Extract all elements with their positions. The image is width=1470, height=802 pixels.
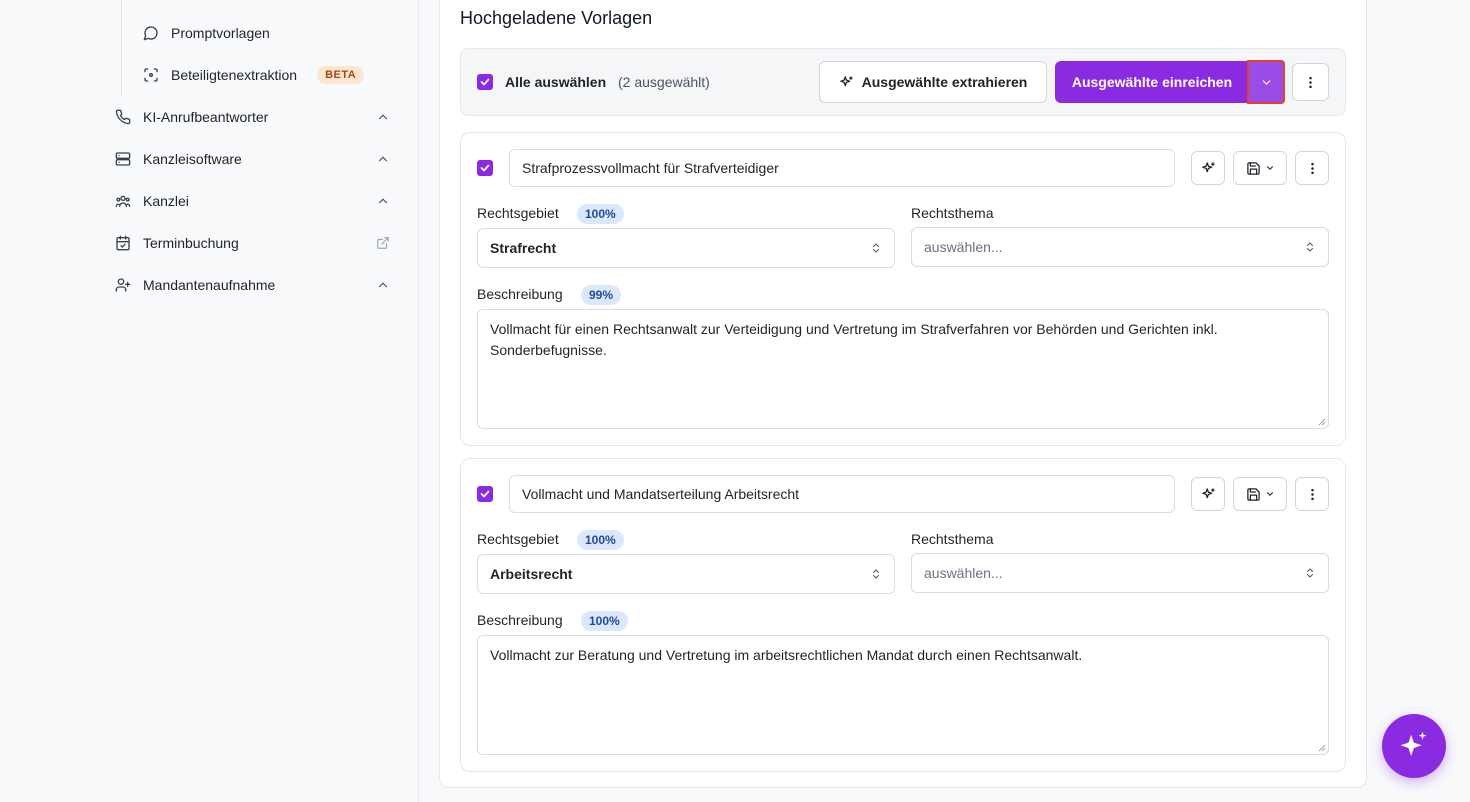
sidebar-item-ki-anrufbeantworter[interactable]: KI-Anrufbeantworter xyxy=(114,100,390,134)
sidebar-item-label: KI-Anrufbeantworter xyxy=(143,109,269,125)
template-title-input[interactable]: Vollmacht und Mandatserteilung Arbeitsre… xyxy=(509,475,1175,513)
resize-handle-icon[interactable] xyxy=(1318,418,1326,426)
selected-count: (2 ausgewählt) xyxy=(618,74,710,90)
page-title: Hochgeladene Vorlagen xyxy=(460,8,653,28)
chevron-down-icon xyxy=(1266,492,1273,496)
user-plus-icon xyxy=(114,276,132,294)
beschreibung-textarea[interactable]: Vollmacht zur Beratung und Vertretung im… xyxy=(477,635,1329,755)
sparkles-icon xyxy=(1201,487,1215,498)
sidebar-item-kanzleisoftware[interactable]: Kanzleisoftware xyxy=(114,142,390,176)
rechtsgebiet-select[interactable]: Strafrecht xyxy=(477,228,895,268)
template-title-input[interactable]: Strafprozessvollmacht für Strafverteidig… xyxy=(509,149,1175,187)
sidebar-item-mandantenaufnahme[interactable]: Mandantenaufnahme xyxy=(114,268,390,302)
sidebar: Promptvorlagen Beteiligtenextraktion BET… xyxy=(0,0,419,802)
more-vertical-icon xyxy=(1309,76,1312,88)
save-template-dropdown-button[interactable] xyxy=(1233,477,1287,511)
chevrons-up-down-icon xyxy=(1304,566,1316,580)
scan-face-icon xyxy=(142,66,160,84)
rechtsthema-label: Rechtsthema xyxy=(911,531,994,547)
check-icon xyxy=(480,490,490,498)
more-vertical-icon xyxy=(1310,488,1314,500)
sidebar-item-beteiligtenextraktion[interactable]: Beteiligtenextraktion BETA xyxy=(142,58,382,92)
beschreibung-text: Vollmacht zur Beratung und Vertretung im… xyxy=(490,647,1083,663)
confidence-badge: 99% xyxy=(581,285,622,305)
sidebar-item-label: Mandantenaufnahme xyxy=(143,277,276,293)
confidence-badge: 100% xyxy=(577,530,624,550)
chevrons-up-down-icon xyxy=(870,567,882,581)
sidebar-item-label: Kanzlei xyxy=(143,193,189,209)
chevron-up-icon[interactable] xyxy=(376,278,390,292)
chevron-up-icon[interactable] xyxy=(376,194,390,208)
submit-selected-label: Ausgewählte einreichen xyxy=(1071,74,1233,90)
beschreibung-textarea[interactable]: Vollmacht für einen Rechtsanwalt zur Ver… xyxy=(477,309,1329,429)
beschreibung-label: Beschreibung xyxy=(477,286,563,302)
chevron-down-icon xyxy=(1266,166,1273,170)
sidebar-item-label: Terminbuchung xyxy=(143,235,239,251)
chevrons-up-down-icon xyxy=(870,241,882,255)
check-icon xyxy=(480,164,490,172)
sparkles-icon xyxy=(839,75,853,86)
confidence-badge: 100% xyxy=(577,204,624,224)
extract-selected-label: Ausgewählte extrahieren xyxy=(861,74,1028,90)
rechtsthema-placeholder: auswählen... xyxy=(924,565,1003,581)
beschreibung-label: Beschreibung xyxy=(477,612,563,628)
message-circle-icon xyxy=(142,24,160,42)
phone-icon xyxy=(114,108,132,126)
sidebar-item-kanzlei[interactable]: Kanzlei xyxy=(114,184,390,218)
ai-assistant-fab[interactable] xyxy=(1382,714,1446,778)
users-icon xyxy=(114,192,132,210)
confidence-badge: 100% xyxy=(581,611,628,631)
extract-template-button[interactable] xyxy=(1191,151,1225,185)
template-more-button[interactable] xyxy=(1295,151,1329,185)
beta-badge: BETA xyxy=(317,66,365,84)
check-icon xyxy=(480,78,490,86)
template-checkbox[interactable] xyxy=(477,486,493,502)
beschreibung-text: Vollmacht für einen Rechtsanwalt zur Ver… xyxy=(490,321,1218,358)
sidebar-item-promptvorlagen[interactable]: Promptvorlagen xyxy=(142,16,382,50)
extract-selected-button[interactable]: Ausgewählte extrahieren xyxy=(819,61,1047,103)
extract-template-button[interactable] xyxy=(1191,477,1225,511)
sparkles-icon xyxy=(1201,161,1215,172)
chevron-up-icon[interactable] xyxy=(376,110,390,124)
rechtsgebiet-value: Arbeitsrecht xyxy=(490,566,573,582)
rechtsgebiet-select[interactable]: Arbeitsrecht xyxy=(477,554,895,594)
template-checkbox[interactable] xyxy=(477,160,493,176)
save-template-dropdown-button[interactable] xyxy=(1233,151,1287,185)
chevron-down-icon xyxy=(1262,79,1270,85)
save-icon xyxy=(1246,487,1260,501)
rechtsgebiet-value: Strafrecht xyxy=(490,240,557,256)
sidebar-item-label: Beteiligtenextraktion xyxy=(171,67,298,83)
rechtsgebiet-label: Rechtsgebiet xyxy=(477,205,559,221)
submit-options-dropdown-button[interactable] xyxy=(1247,60,1285,104)
rechtsgebiet-label: Rechtsgebiet xyxy=(477,531,559,547)
sidebar-item-label: Kanzleisoftware xyxy=(143,151,242,167)
more-vertical-icon xyxy=(1310,162,1314,174)
save-icon xyxy=(1246,161,1260,175)
template-more-button[interactable] xyxy=(1295,477,1329,511)
select-all-label: Alle auswählen xyxy=(505,74,607,90)
chevron-up-icon[interactable] xyxy=(376,152,390,166)
rechtsthema-placeholder: auswählen... xyxy=(924,239,1003,255)
resize-handle-icon[interactable] xyxy=(1318,744,1326,752)
rechtsthema-select[interactable]: auswählen... xyxy=(911,227,1329,267)
sparkles-icon xyxy=(1400,731,1427,756)
external-link-icon xyxy=(376,236,390,250)
server-icon xyxy=(114,150,132,168)
rechtsthema-select[interactable]: auswählen... xyxy=(911,553,1329,593)
sub-nav-line xyxy=(121,0,122,96)
sidebar-item-label: Promptvorlagen xyxy=(171,25,270,41)
select-all-checkbox[interactable] xyxy=(477,74,493,90)
chevrons-up-down-icon xyxy=(1304,240,1316,254)
sidebar-item-terminbuchung[interactable]: Terminbuchung xyxy=(114,226,390,260)
bulk-more-button[interactable] xyxy=(1292,63,1329,101)
calendar-check-icon xyxy=(114,234,132,252)
submit-selected-button[interactable]: Ausgewählte einreichen xyxy=(1055,61,1249,103)
rechtsthema-label: Rechtsthema xyxy=(911,205,994,221)
